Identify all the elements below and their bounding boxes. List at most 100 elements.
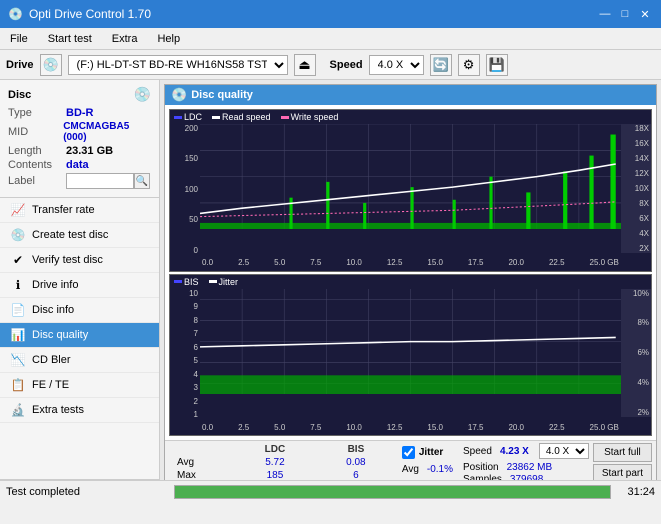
close-button[interactable]: ✕ — [637, 6, 653, 22]
legend-bis: BIS — [174, 277, 199, 287]
app-icon: 💿 — [8, 7, 23, 21]
fe-te-icon: 📋 — [10, 378, 26, 392]
legend-ldc: LDC — [174, 112, 202, 122]
chart-ldc-x-axis: 0.02.55.07.510.012.515.017.520.022.525.0… — [200, 255, 621, 271]
sidebar-item-extra-tests[interactable]: 🔬 Extra tests — [0, 398, 159, 423]
transfer-rate-icon: 📈 — [10, 203, 26, 217]
disc-quality-title-icon: 💿 — [171, 87, 187, 103]
speed-select[interactable]: 4.0 X — [369, 55, 424, 75]
sidebar-item-disc-info-label: Disc info — [32, 304, 74, 316]
chart-bis-legend: BIS Jitter — [174, 277, 238, 287]
menu-extra[interactable]: Extra — [106, 31, 144, 47]
stats-row-avg: Avg 5.72 0.08 — [169, 456, 392, 469]
disc-quality-title: Disc quality — [191, 89, 253, 101]
sidebar-item-disc-info[interactable]: 📄 Disc info — [0, 298, 159, 323]
legend-jitter: Jitter — [209, 277, 239, 287]
nav-items: 📈 Transfer rate 💿 Create test disc ✔ Ver… — [0, 198, 159, 479]
sidebar-item-fe-te[interactable]: 📋 FE / TE — [0, 373, 159, 398]
main-layout: Disc 💿 Type BD-R MID CMCMAGBA5 (000) Len… — [0, 80, 661, 502]
disc-type-value: BD-R — [66, 107, 94, 119]
title-bar-left: 💿 Opti Drive Control 1.70 — [8, 7, 151, 21]
disc-panel: Disc 💿 Type BD-R MID CMCMAGBA5 (000) Len… — [0, 80, 159, 198]
menu-file[interactable]: File — [4, 31, 34, 47]
jitter-label: Jitter — [419, 447, 443, 458]
disc-label-label: Label — [8, 175, 66, 187]
chart-ldc-y-left: 200150100500 — [170, 124, 200, 255]
sidebar-item-disc-quality[interactable]: 📊 Disc quality — [0, 323, 159, 348]
stats-header-ldc: LDC — [230, 443, 320, 456]
position-value: 23862 MB — [507, 462, 553, 473]
menu-help[interactable]: Help — [151, 31, 186, 47]
chart-bis: BIS Jitter 10987654321 — [169, 274, 652, 437]
sidebar-item-extra-tests-label: Extra tests — [32, 404, 84, 416]
start-full-button[interactable]: Start full — [593, 443, 652, 462]
title-bar: 💿 Opti Drive Control 1.70 — □ ✕ — [0, 0, 661, 28]
speed-section-value: 4.23 X — [500, 446, 529, 457]
chart-ldc-legend: LDC Read speed Write speed — [174, 112, 338, 122]
progress-bar-fill — [175, 486, 610, 498]
sidebar-item-verify-test-disc-label: Verify test disc — [32, 254, 103, 266]
create-test-disc-icon: 💿 — [10, 228, 26, 242]
minimize-button[interactable]: — — [597, 6, 613, 22]
cd-bler-icon: 📉 — [10, 353, 26, 367]
status-bar: Test completed 31:24 — [0, 480, 661, 502]
position-label: Position — [463, 462, 499, 473]
jitter-checkbox[interactable] — [402, 446, 415, 459]
sidebar-item-cd-bler-label: CD Bler — [32, 354, 71, 366]
disc-type-label: Type — [8, 107, 66, 119]
refresh-button[interactable]: 🔄 — [430, 54, 452, 76]
sidebar-item-verify-test-disc[interactable]: ✔ Verify test disc — [0, 248, 159, 273]
app-title: Opti Drive Control 1.70 — [29, 7, 151, 21]
legend-write-speed: Write speed — [281, 112, 339, 122]
title-bar-controls: — □ ✕ — [597, 6, 653, 22]
save-button[interactable]: 💾 — [486, 54, 508, 76]
sidebar-item-drive-info-label: Drive info — [32, 279, 78, 291]
disc-mid-label: MID — [8, 126, 63, 138]
status-time: 31:24 — [627, 486, 655, 498]
speed-section-label: Speed — [463, 446, 492, 457]
speed-section-dropdown[interactable]: 4.0 X — [539, 443, 589, 459]
maximize-button[interactable]: □ — [617, 6, 633, 22]
disc-mid-value: CMCMAGBA5 (000) — [63, 121, 151, 143]
legend-read-speed: Read speed — [212, 112, 271, 122]
charts-container: LDC Read speed Write speed 200150100500 — [165, 105, 656, 440]
chart-ldc-y-right: 18X16X14X12X10X8X6X4X2X — [621, 124, 651, 253]
sidebar-item-transfer-rate-label: Transfer rate — [32, 204, 95, 216]
disc-contents-value: data — [66, 159, 89, 171]
options-button[interactable]: ⚙ — [458, 54, 480, 76]
menu-start-test[interactable]: Start test — [42, 31, 98, 47]
drive-bar: Drive 💿 (F:) HL-DT-ST BD-RE WH16NS58 TST… — [0, 50, 661, 80]
stats-header-bis: BIS — [320, 443, 392, 456]
sidebar: Disc 💿 Type BD-R MID CMCMAGBA5 (000) Len… — [0, 80, 160, 502]
eject-button[interactable]: ⏏ — [294, 54, 316, 76]
chart-bis-y-left: 10987654321 — [170, 289, 200, 420]
sidebar-item-drive-info[interactable]: ℹ Drive info — [0, 273, 159, 298]
drive-icon-btn[interactable]: 💿 — [40, 54, 62, 76]
disc-label-search-btn[interactable]: 🔍 — [134, 173, 150, 189]
jitter-header: Jitter — [402, 446, 453, 459]
disc-length-label: Length — [8, 145, 66, 157]
progress-bar — [174, 485, 611, 499]
disc-panel-icon: 💿 — [134, 86, 151, 103]
sidebar-item-create-test-disc[interactable]: 💿 Create test disc — [0, 223, 159, 248]
drive-label: Drive — [6, 59, 34, 71]
menu-bar: File Start test Extra Help — [0, 28, 661, 50]
chart-ldc: LDC Read speed Write speed 200150100500 — [169, 109, 652, 272]
disc-label-input[interactable] — [66, 173, 134, 189]
speed-label: Speed — [330, 59, 363, 71]
sidebar-item-transfer-rate[interactable]: 📈 Transfer rate — [0, 198, 159, 223]
verify-test-disc-icon: ✔ — [10, 253, 26, 267]
disc-info-icon: 📄 — [10, 303, 26, 317]
drive-info-icon: ℹ — [10, 278, 26, 292]
drive-select[interactable]: (F:) HL-DT-ST BD-RE WH16NS58 TST4 — [68, 55, 288, 75]
chart-bis-x-axis: 0.02.55.07.510.012.515.017.520.022.525.0… — [200, 419, 621, 435]
sidebar-item-disc-quality-label: Disc quality — [32, 329, 88, 341]
disc-length-value: 23.31 GB — [66, 145, 113, 157]
sidebar-item-cd-bler[interactable]: 📉 CD Bler — [0, 348, 159, 373]
chart-ldc-svg — [200, 124, 621, 229]
disc-quality-panel: 💿 Disc quality LDC Read speed — [164, 84, 657, 498]
disc-quality-title-bar: 💿 Disc quality — [165, 85, 656, 105]
sidebar-item-fe-te-label: FE / TE — [32, 379, 69, 391]
status-text: Test completed — [6, 486, 166, 498]
chart-bis-svg — [200, 289, 621, 394]
